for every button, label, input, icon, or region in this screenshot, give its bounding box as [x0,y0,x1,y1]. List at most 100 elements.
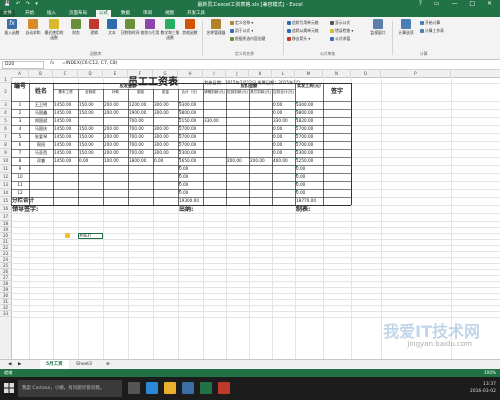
calculator-icon [401,19,411,29]
sheet-tab-sheet3[interactable]: Sheet3 [70,360,98,369]
row-header-6[interactable]: 6 [0,125,11,133]
tab-formulas[interactable]: 公式 [96,10,111,17]
minimize-icon[interactable]: — [451,0,462,7]
datetime-button[interactable]: 日期和时间 [120,19,140,36]
insert-function-button[interactable]: fx 插入函数 [2,19,22,36]
store-icon[interactable] [182,382,194,394]
selected-cell[interactable]: #REF! [78,233,103,239]
column-header-o[interactable]: O [351,70,381,77]
tab-view[interactable]: 视图 [162,10,177,17]
salary-value: 1450.00 [54,102,72,107]
column-header-d[interactable]: D [78,70,103,77]
name-manager-button[interactable]: 名称管理器 [206,19,226,36]
salary-value [154,181,177,189]
error-warning-icon[interactable] [65,233,70,238]
tab-file[interactable]: 文件 [0,10,15,17]
financial-button[interactable]: 财务 [66,19,86,36]
system-clock[interactable]: 13:37 2016-03-02 [470,381,496,395]
salary-value: 1450.00 [54,158,72,163]
tab-home[interactable]: 开始 [22,10,37,17]
use-in-formula-button[interactable]: 用于公式 ▾ [230,28,253,33]
column-header-i[interactable]: I [203,70,226,77]
fx-icon[interactable]: fx [50,61,54,66]
column-header-j[interactable]: J [226,70,249,77]
row-header-12[interactable]: 12 [0,173,11,181]
column-header-g[interactable]: G [153,70,178,77]
column-header-f[interactable]: F [128,70,153,77]
column-header-n[interactable]: N [323,70,351,77]
tab-page-layout[interactable]: 页面布局 [66,10,90,17]
tab-data[interactable]: 数据 [118,10,133,17]
app-taskbar-icon[interactable] [218,382,230,394]
logical-button[interactable]: 逻辑 [84,19,104,36]
error-checking-button[interactable]: 错误检查 ▾ [330,28,353,33]
file-explorer-icon[interactable] [164,382,176,394]
row-header-5[interactable]: 5 [0,117,11,125]
column-header-e[interactable]: E [103,70,128,77]
salary-value: 330.00 [204,118,219,123]
column-header-p[interactable]: P [381,70,451,77]
cortana-search-input[interactable]: 我是 Cortana，小娜。有问题尽管问我。 [18,380,122,397]
ribbon-display-icon[interactable]: ▭ [434,0,445,7]
column-header-k[interactable]: K [249,70,272,77]
remove-arrows-button[interactable]: 移去箭头 ▾ [287,36,310,41]
calc-options-button[interactable]: 计算选项 [396,19,416,36]
error-indicator-icon [296,150,298,152]
row-header-10[interactable]: 10 [0,157,11,165]
column-header-l[interactable]: L [272,70,295,77]
sheet-nav-next-icon[interactable]: ▶ [12,360,27,369]
help-icon[interactable]: ? [419,0,427,7]
maximize-icon[interactable]: □ [469,0,480,7]
column-header-m[interactable]: M [295,70,323,77]
excel-taskbar-icon[interactable] [200,382,212,394]
show-formulas-button[interactable]: 显示公式 [330,20,350,25]
tab-insert[interactable]: 插入 [44,10,59,17]
trace-dependents-button[interactable]: 追踪从属单元格 [287,28,319,33]
autosum-button[interactable]: 自动求和 [23,19,43,36]
row-header-15[interactable]: 15 [0,197,11,205]
add-sheet-icon[interactable]: ⊕ [100,360,116,369]
recent-functions-button[interactable]: 最近使用的函数 [44,19,64,40]
math-button[interactable]: 数学和三角函数 [160,19,180,40]
close-icon[interactable]: ✕ [487,0,497,7]
row-header-33[interactable]: 33 [0,311,11,317]
gridline-h [11,117,500,118]
calculate-sheet-button[interactable]: 计算工作表 [420,28,444,33]
column-header-b[interactable]: B [29,70,53,77]
watch-window-button[interactable]: 监视窗口 [368,19,388,36]
row-header-3[interactable]: 3 [0,101,11,109]
column-header-c[interactable]: C [53,70,78,77]
error-indicator-icon [179,102,181,104]
row-header-8[interactable]: 8 [0,141,11,149]
table-border [11,101,351,102]
window-controls[interactable]: ? ▭ — □ ✕ [419,0,497,7]
more-functions-button[interactable]: 其他函数 [180,19,200,36]
row-header-4[interactable]: 4 [0,109,11,117]
edge-icon[interactable] [146,382,158,394]
column-header-a[interactable]: A [11,70,29,77]
text-button[interactable]: 文本 [102,19,122,36]
task-view-icon[interactable] [128,382,140,394]
create-from-selection-button[interactable]: 根据所选内容创建 [230,36,265,41]
lookup-button[interactable]: 查找与引用 [140,19,160,36]
row-header-14[interactable]: 14 [0,189,11,197]
row-header-9[interactable]: 9 [0,149,11,157]
zoom-level[interactable]: 100% [484,369,496,377]
column-header-h[interactable]: H [178,70,203,77]
formula-input[interactable]: =INDEX(C6:C12, C7, C8) [62,61,496,67]
name-box[interactable]: D20 [2,61,44,69]
calculate-now-button[interactable]: 开始计算 [420,20,440,25]
row-header-2[interactable]: 2 [0,83,11,101]
tab-review[interactable]: 审阅 [140,10,155,17]
trace-precedents-button[interactable]: 追踪引用单元格 [287,20,319,25]
row-header-13[interactable]: 13 [0,181,11,189]
row-header-11[interactable]: 11 [0,165,11,173]
row-header-7[interactable]: 7 [0,133,11,141]
row-header-16[interactable]: 16 [0,205,11,213]
evaluate-formula-button[interactable]: 公式求值 [330,36,350,41]
row-header-17[interactable]: 17 [0,213,11,221]
salary-value [250,133,271,141]
windows-start-icon[interactable] [4,383,14,393]
tab-developer[interactable]: 开发工具 [184,10,208,17]
define-name-button[interactable]: 定义名称 ▾ [230,20,253,25]
